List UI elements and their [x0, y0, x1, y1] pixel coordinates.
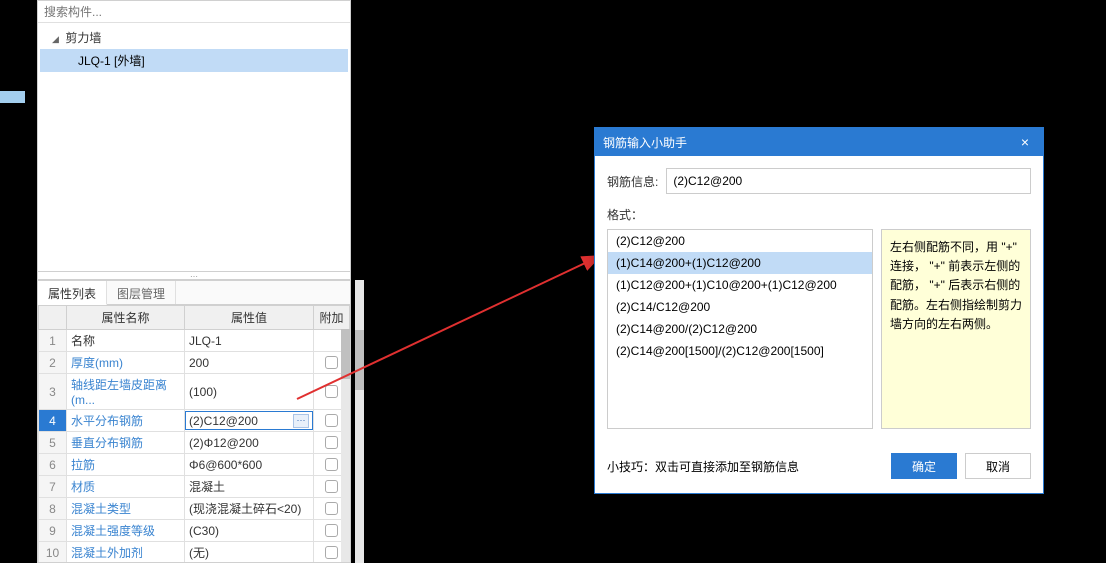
- tabs: 属性列表 图层管理: [38, 281, 350, 305]
- scroll-thumb[interactable]: [341, 329, 350, 379]
- tree-label: JLQ-1 [外墙]: [78, 54, 145, 68]
- prop-label: 垂直分布钢筋: [67, 432, 185, 454]
- checkbox[interactable]: [325, 524, 338, 537]
- row-index: 7: [39, 476, 67, 498]
- row-index: 2: [39, 352, 67, 374]
- value-text: (2)C12@200: [189, 414, 258, 428]
- dialog-footer: 小技巧：双击可直接添加至钢筋信息 确定 取消: [595, 441, 1043, 491]
- rebar-info-input[interactable]: [666, 168, 1031, 194]
- prop-value[interactable]: (2)C12@200 ⋯: [185, 410, 314, 432]
- value-editor[interactable]: (2)C12@200 ⋯: [185, 411, 313, 430]
- dialog-titlebar[interactable]: 钢筋输入小助手 ×: [595, 128, 1043, 156]
- format-item[interactable]: (2)C14@200/(2)C12@200: [608, 318, 872, 340]
- row-index: 9: [39, 520, 67, 542]
- row-index: 10: [39, 542, 67, 563]
- table-row[interactable]: 3轴线距左墙皮距离(m...(100): [39, 374, 350, 410]
- table-row[interactable]: 10混凝土外加剂(无): [39, 542, 350, 563]
- dialog-hint: 小技巧：双击可直接添加至钢筋信息: [607, 458, 799, 475]
- prop-label: 水平分布钢筋: [67, 410, 185, 432]
- checkbox[interactable]: [325, 480, 338, 493]
- checkbox[interactable]: [325, 414, 338, 427]
- tree-label: 剪力墙: [65, 31, 101, 45]
- prop-label: 材质: [67, 476, 185, 498]
- format-list[interactable]: (2)C12@200(1)C14@200+(1)C12@200(1)C12@20…: [607, 229, 873, 429]
- checkbox[interactable]: [325, 502, 338, 515]
- component-tree: ◢ 剪力墙 JLQ-1 [外墙]: [38, 23, 350, 77]
- table-row[interactable]: 6拉筋Φ6@600*600: [39, 454, 350, 476]
- format-item[interactable]: (2)C14@200[1500]/(2)C12@200[1500]: [608, 340, 872, 362]
- prop-value[interactable]: (现浇混凝土碎石<20): [185, 498, 314, 520]
- checkbox[interactable]: [325, 436, 338, 449]
- col-extra: 附加: [314, 306, 350, 330]
- prop-label: 轴线距左墙皮距离(m...: [67, 374, 185, 410]
- format-tip: 左右侧配筋不同，用 "+" 连接， "+" 前表示左侧的配筋， "+" 后表示右…: [881, 229, 1031, 429]
- prop-label: 拉筋: [67, 454, 185, 476]
- row-index: 3: [39, 374, 67, 410]
- prop-value[interactable]: (100): [185, 374, 314, 410]
- row-index: 5: [39, 432, 67, 454]
- format-item[interactable]: (1)C12@200+(1)C10@200+(1)C12@200: [608, 274, 872, 296]
- tree-node-child[interactable]: JLQ-1 [外墙]: [40, 49, 348, 72]
- table-row[interactable]: 9混凝土强度等级(C30): [39, 520, 350, 542]
- outer-scrollbar[interactable]: [355, 280, 364, 563]
- tab-layers[interactable]: 图层管理: [107, 281, 176, 304]
- component-tree-panel: ◢ 剪力墙 JLQ-1 [外墙]: [37, 0, 351, 272]
- ellipsis-icon[interactable]: ⋯: [293, 414, 309, 428]
- row-index: 8: [39, 498, 67, 520]
- resize-handle[interactable]: ⋯: [37, 272, 351, 280]
- prop-value[interactable]: 200: [185, 352, 314, 374]
- row-index: 4: [39, 410, 67, 432]
- prop-label: 混凝土类型: [67, 498, 185, 520]
- side-marker: [0, 91, 25, 103]
- tab-properties[interactable]: 属性列表: [38, 281, 107, 305]
- format-item[interactable]: (2)C14/C12@200: [608, 296, 872, 318]
- chevron-down-icon: ◢: [52, 34, 60, 45]
- format-item[interactable]: (1)C14@200+(1)C12@200: [608, 252, 872, 274]
- col-index: [39, 306, 67, 330]
- format-label: 格式：: [607, 206, 1031, 223]
- prop-label: 混凝土外加剂: [67, 542, 185, 563]
- properties-panel: 属性列表 图层管理 属性名称 属性值 附加 1名称JLQ-12厚度(mm)200…: [37, 280, 351, 563]
- table-row[interactable]: 1名称JLQ-1: [39, 330, 350, 352]
- prop-label: 混凝土强度等级: [67, 520, 185, 542]
- ok-button[interactable]: 确定: [891, 453, 957, 479]
- outer-scroll-thumb[interactable]: [355, 330, 364, 390]
- table-row[interactable]: 8混凝土类型(现浇混凝土碎石<20): [39, 498, 350, 520]
- col-name: 属性名称: [67, 306, 185, 330]
- cancel-button[interactable]: 取消: [965, 453, 1031, 479]
- prop-value[interactable]: Φ6@600*600: [185, 454, 314, 476]
- close-icon[interactable]: ×: [1015, 134, 1035, 150]
- prop-value[interactable]: 混凝土: [185, 476, 314, 498]
- table-row[interactable]: 7材质混凝土: [39, 476, 350, 498]
- prop-value[interactable]: JLQ-1: [185, 330, 314, 352]
- dialog-title: 钢筋输入小助手: [603, 134, 687, 151]
- table-row[interactable]: 5垂直分布钢筋(2)Φ12@200: [39, 432, 350, 454]
- checkbox[interactable]: [325, 546, 338, 559]
- prop-value[interactable]: (无): [185, 542, 314, 563]
- checkbox[interactable]: [325, 458, 338, 471]
- prop-label: 名称: [67, 330, 185, 352]
- table-row[interactable]: 4水平分布钢筋 (2)C12@200 ⋯: [39, 410, 350, 432]
- checkbox[interactable]: [325, 356, 338, 369]
- row-index: 1: [39, 330, 67, 352]
- info-label: 钢筋信息:: [607, 173, 658, 190]
- search-input[interactable]: [38, 1, 350, 23]
- scrollbar[interactable]: [341, 329, 350, 563]
- table-row[interactable]: 2厚度(mm)200: [39, 352, 350, 374]
- row-index: 6: [39, 454, 67, 476]
- checkbox[interactable]: [325, 385, 338, 398]
- format-item[interactable]: (2)C12@200: [608, 230, 872, 252]
- dialog-body: 钢筋信息: 格式： (2)C12@200(1)C14@200+(1)C12@20…: [595, 156, 1043, 441]
- prop-value[interactable]: (2)Φ12@200: [185, 432, 314, 454]
- col-value: 属性值: [185, 306, 314, 330]
- prop-value[interactable]: (C30): [185, 520, 314, 542]
- tree-node-root[interactable]: ◢ 剪力墙: [40, 27, 348, 48]
- properties-table: 属性名称 属性值 附加 1名称JLQ-12厚度(mm)2003轴线距左墙皮距离(…: [38, 305, 350, 563]
- rebar-helper-dialog: 钢筋输入小助手 × 钢筋信息: 格式： (2)C12@200(1)C14@200…: [594, 127, 1044, 494]
- prop-label: 厚度(mm): [67, 352, 185, 374]
